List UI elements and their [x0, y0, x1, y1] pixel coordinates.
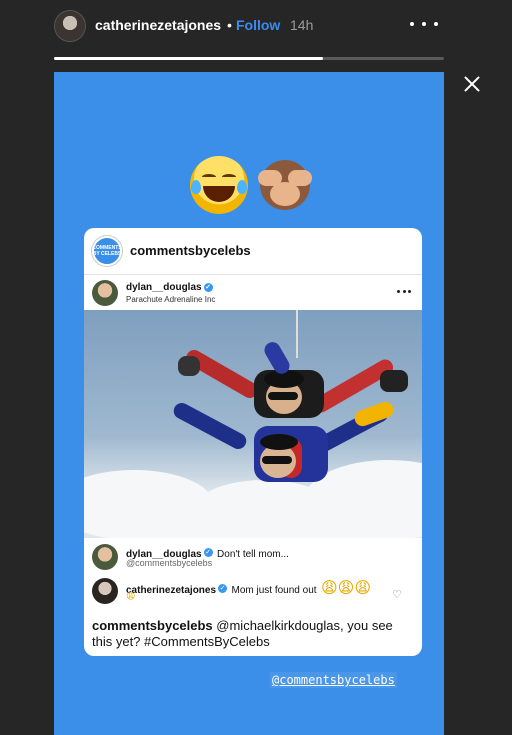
profile-username[interactable]: catherinezetajones [95, 17, 221, 33]
comment-emoji-line: 😩 [126, 592, 136, 602]
comment-catherine: catherinezetajones ✓ Mom just found out 😩… [84, 576, 422, 606]
commentsbycelebs-logo: COMMENTS BY CELEBS [92, 236, 122, 266]
profile-avatar[interactable] [54, 10, 86, 42]
post-location: Parachute Adrenaline Inc [126, 295, 216, 304]
emoji-stickers [190, 156, 314, 214]
heart-icon[interactable]: ♡ [392, 588, 402, 601]
post-author-avatar [92, 280, 118, 306]
comment-subtext: @commentsbycelebs [126, 558, 213, 568]
post-time: 14h [290, 17, 314, 33]
separator-dot: • [227, 17, 232, 33]
comment-line: catherinezetajones ✓ Mom just found out 😩… [126, 578, 372, 597]
verified-badge-icon: ✓ [203, 548, 213, 558]
skydiving-photo [84, 310, 422, 538]
verified-badge-icon: ✓ [218, 584, 228, 594]
story-progress-fill [54, 57, 324, 60]
story-viewer: catherinezetajones • Follow 14h COMMENTS… [0, 0, 512, 735]
more-options-icon[interactable] [410, 14, 438, 34]
post-author: dylan__douglas ✓ [126, 282, 213, 293]
see-no-evil-monkey-icon [256, 156, 314, 214]
story-header: catherinezetajones • Follow 14h [0, 0, 512, 54]
story-content[interactable]: COMMENTS BY CELEBS commentsbycelebs dyla… [54, 72, 444, 735]
verified-badge-icon: ✓ [203, 282, 213, 292]
follow-button[interactable]: Follow [236, 17, 280, 33]
card-caption: commentsbycelebs @michaelkirkdouglas, yo… [92, 618, 393, 649]
story-progress-bar [54, 57, 444, 60]
post-more-icon [397, 290, 411, 294]
comment-dylan: dylan__douglas ✓ Don't tell mom... @comme… [84, 542, 422, 572]
close-icon[interactable] [460, 72, 484, 96]
divider [84, 274, 422, 275]
card-header: COMMENTS BY CELEBS commentsbycelebs [84, 228, 422, 274]
face-with-tears-of-joy-icon [190, 156, 248, 214]
commenter-avatar [92, 578, 118, 604]
card-account-name: commentsbycelebs [130, 243, 251, 258]
mention-sticker[interactable]: @commentsbycelebs [270, 672, 397, 688]
commenter-avatar [92, 544, 118, 570]
shared-post-card[interactable]: COMMENTS BY CELEBS commentsbycelebs dyla… [84, 228, 422, 656]
post-header: dylan__douglas ✓ Parachute Adrenaline Inc [84, 278, 422, 310]
